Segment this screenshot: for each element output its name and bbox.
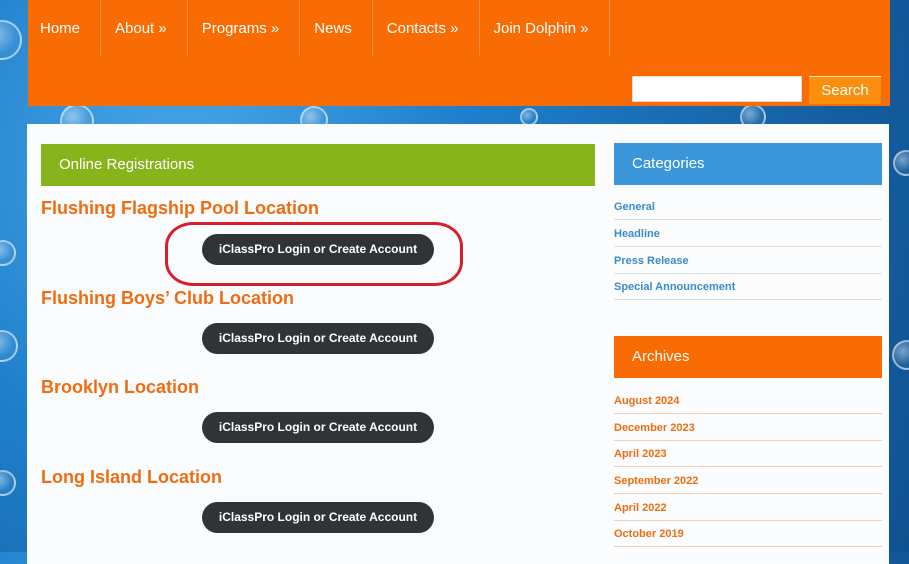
- archive-link[interactable]: August 2024: [614, 395, 882, 414]
- archive-link[interactable]: October 2019: [614, 528, 882, 547]
- category-link[interactable]: General: [614, 201, 882, 220]
- search-input[interactable]: [632, 76, 802, 102]
- nav-contacts[interactable]: Contacts »: [373, 0, 480, 56]
- bubble-decoration: [893, 150, 909, 176]
- iclasspro-login-button[interactable]: iClassPro Login or Create Account: [202, 412, 434, 443]
- archive-link[interactable]: December 2023: [614, 422, 882, 441]
- main-nav: Home About » Programs » News Contacts » …: [28, 0, 610, 56]
- nav-about[interactable]: About »: [101, 0, 188, 56]
- search-button[interactable]: Search: [809, 76, 881, 104]
- location-title-brooklyn: Brooklyn Location: [41, 377, 200, 397]
- category-link[interactable]: Headline: [614, 228, 882, 247]
- location-title-long-island: Long Island Location: [41, 467, 222, 487]
- location-title-flushing-flagship: Flushing Flagship Pool Location: [41, 198, 319, 218]
- nav-news[interactable]: News: [300, 0, 373, 56]
- bubble-decoration: [0, 470, 16, 496]
- archive-link[interactable]: September 2022: [614, 475, 882, 494]
- category-link[interactable]: Press Release: [614, 255, 882, 274]
- categories-bar: Categories: [614, 143, 882, 185]
- nav-home[interactable]: Home: [28, 0, 102, 56]
- archive-link[interactable]: April 2022: [614, 502, 882, 521]
- online-registrations-bar: Online Registrations: [41, 144, 595, 186]
- highlight-circle: [165, 222, 463, 286]
- archive-link[interactable]: April 2023: [614, 448, 882, 467]
- location-title-flushing-boys-club: Flushing Boys’ Club Location: [41, 288, 295, 308]
- nav-join-dolphin[interactable]: Join Dolphin »: [480, 0, 610, 56]
- site-header: Home About » Programs » News Contacts » …: [28, 0, 890, 106]
- content-panel: Online Registrations Flushing Flagship P…: [27, 124, 889, 564]
- bubble-decoration: [892, 340, 909, 370]
- bubble-decoration: [0, 240, 16, 266]
- iclasspro-login-button[interactable]: iClassPro Login or Create Account: [202, 323, 434, 354]
- category-link[interactable]: Special Announcement: [614, 281, 882, 300]
- nav-programs[interactable]: Programs »: [188, 0, 301, 56]
- bubble-decoration: [0, 330, 18, 362]
- iclasspro-login-button[interactable]: iClassPro Login or Create Account: [202, 502, 434, 533]
- archives-bar: Archives: [614, 336, 882, 378]
- bubble-decoration: [0, 20, 22, 60]
